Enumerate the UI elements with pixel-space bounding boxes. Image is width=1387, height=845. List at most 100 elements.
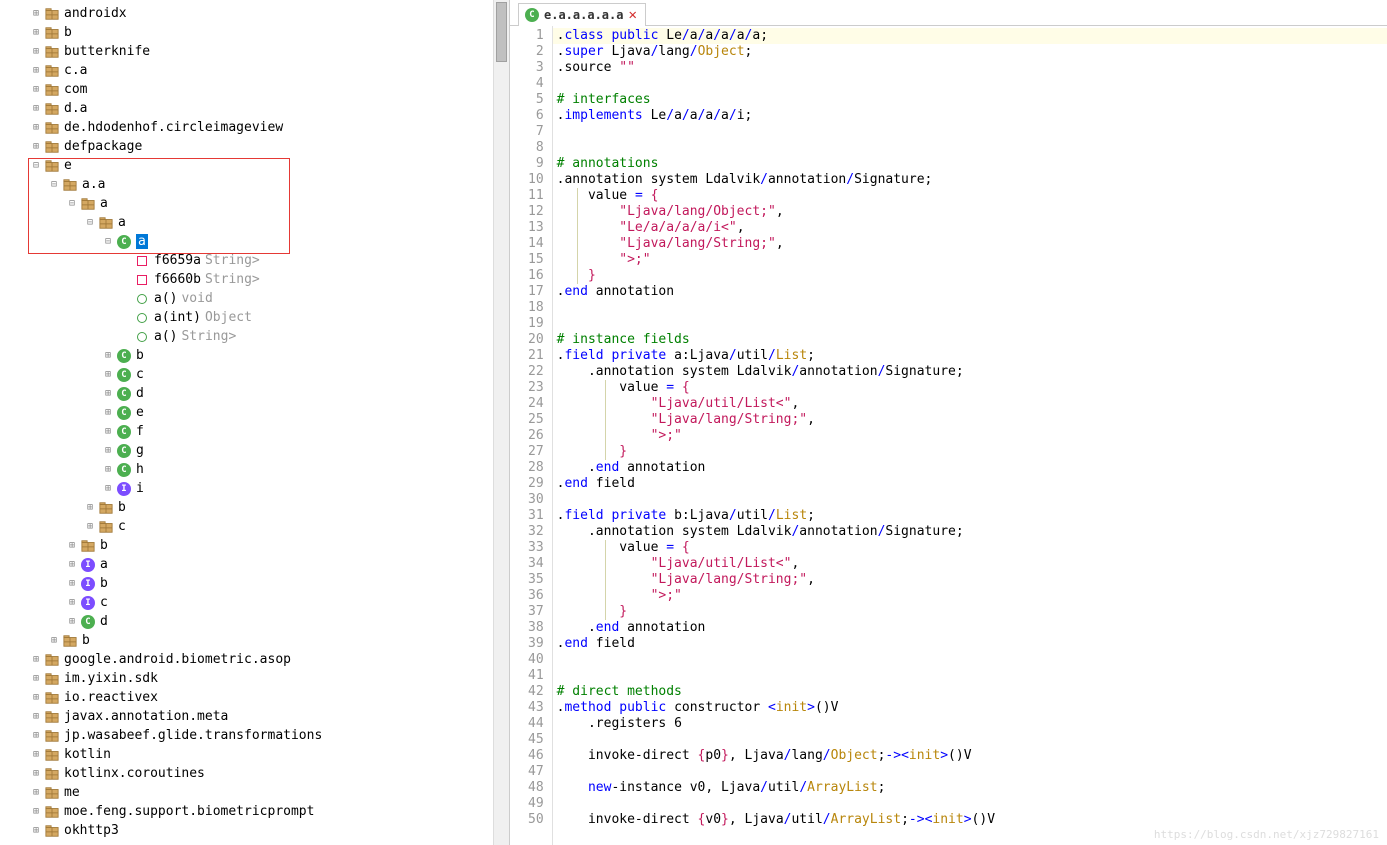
expander-icon[interactable]: ⊟ — [48, 179, 60, 191]
tree-item[interactable]: ⊟Ca — [8, 232, 509, 251]
code-line[interactable] — [553, 764, 1387, 780]
code-line[interactable]: } — [553, 604, 1387, 620]
expander-icon[interactable]: ⊞ — [66, 597, 78, 609]
tree-item[interactable]: ⊞Ib — [8, 574, 509, 593]
tree-item[interactable]: ⊞moe.feng.support.biometricprompt — [8, 802, 509, 821]
tree-item[interactable]: ⊞androidx — [8, 4, 509, 23]
expander-icon[interactable]: ⊞ — [30, 8, 42, 20]
code-line[interactable]: .end field — [553, 636, 1387, 652]
tree-item[interactable]: ⊞okhttp3 — [8, 821, 509, 840]
code-line[interactable]: new-instance v0, Ljava/util/ArrayList; — [553, 780, 1387, 796]
tree-item[interactable]: ⊞b — [8, 536, 509, 555]
tree-item[interactable]: ⊞Ia — [8, 555, 509, 574]
code-line[interactable]: .end annotation — [553, 620, 1387, 636]
code-line[interactable]: .annotation system Ldalvik/annotation/Si… — [553, 364, 1387, 380]
code-line[interactable]: # interfaces — [553, 92, 1387, 108]
tree-item[interactable]: ⊞Ce — [8, 403, 509, 422]
expander-icon[interactable]: ⊞ — [30, 692, 42, 704]
expander-icon[interactable]: ⊞ — [30, 141, 42, 153]
code-line[interactable] — [553, 732, 1387, 748]
tree-item[interactable]: ⊞kotlinx.coroutines — [8, 764, 509, 783]
tree-item[interactable]: ⊞defpackage — [8, 137, 509, 156]
code-line[interactable]: ">;" — [553, 588, 1387, 604]
code-line[interactable] — [553, 300, 1387, 316]
code-line[interactable]: .field private a:Ljava/util/List; — [553, 348, 1387, 364]
code-line[interactable]: "Ljava/lang/String;", — [553, 412, 1387, 428]
code-line[interactable]: "Ljava/lang/Object;", — [553, 204, 1387, 220]
code-line[interactable] — [553, 124, 1387, 140]
expander-icon[interactable]: ⊞ — [30, 122, 42, 134]
code-line[interactable]: } — [553, 268, 1387, 284]
tree-item[interactable]: ⊟e — [8, 156, 509, 175]
expander-icon[interactable]: ⊞ — [102, 407, 114, 419]
expander-icon[interactable]: ⊞ — [102, 464, 114, 476]
scrollbar-thumb[interactable] — [496, 2, 507, 62]
code-line[interactable]: "Ljava/util/List<", — [553, 556, 1387, 572]
code-line[interactable]: .class public Le/a/a/a/a/a; — [553, 28, 1387, 44]
code-line[interactable]: ">;" — [553, 252, 1387, 268]
expander-icon[interactable]: ⊞ — [30, 46, 42, 58]
expander-icon[interactable]: ⊞ — [102, 426, 114, 438]
expander-icon[interactable]: ⊞ — [30, 825, 42, 837]
expander-icon[interactable]: ⊞ — [102, 483, 114, 495]
expander-icon[interactable]: ⊟ — [102, 236, 114, 248]
code-line[interactable]: .method public constructor <init>()V — [553, 700, 1387, 716]
code-line[interactable]: .end field — [553, 476, 1387, 492]
tree-item[interactable]: f6659aString> — [8, 251, 509, 270]
expander-icon[interactable]: ⊞ — [30, 806, 42, 818]
tree-item[interactable]: ⊞kotlin — [8, 745, 509, 764]
tree-item[interactable]: ⊞Ch — [8, 460, 509, 479]
code-line[interactable]: # annotations — [553, 156, 1387, 172]
code-line[interactable]: # instance fields — [553, 332, 1387, 348]
tree-item[interactable]: ⊞Cf — [8, 422, 509, 441]
tree-item[interactable]: ⊞Ic — [8, 593, 509, 612]
tree-item[interactable]: ⊞com — [8, 80, 509, 99]
expander-icon[interactable]: ⊞ — [30, 103, 42, 115]
tree-item[interactable]: ⊟a — [8, 194, 509, 213]
expander-icon[interactable]: ⊞ — [30, 768, 42, 780]
tree-item[interactable]: ⊞d.a — [8, 99, 509, 118]
tree-item[interactable]: ⊞Cc — [8, 365, 509, 384]
expander-icon[interactable]: ⊞ — [30, 27, 42, 39]
tree-item[interactable]: ⊞me — [8, 783, 509, 802]
expander-icon[interactable]: ⊞ — [102, 369, 114, 381]
expander-icon[interactable]: ⊞ — [66, 616, 78, 628]
tree-item[interactable]: ⊞im.yixin.sdk — [8, 669, 509, 688]
tree-item[interactable]: ⊟a — [8, 213, 509, 232]
tree-item[interactable]: ⊞Cg — [8, 441, 509, 460]
code-line[interactable]: .field private b:Ljava/util/List; — [553, 508, 1387, 524]
expander-icon[interactable]: ⊞ — [30, 654, 42, 666]
code-area[interactable]: .class public Le/a/a/a/a/a;.super Ljava/… — [553, 26, 1387, 845]
tree-item[interactable]: ⊞Cb — [8, 346, 509, 365]
package-tree[interactable]: ⊞androidx⊞b⊞butterknife⊞c.a⊞com⊞d.a⊞de.h… — [0, 0, 509, 844]
tree-item[interactable]: ⊞c — [8, 517, 509, 536]
expander-icon[interactable]: ⊞ — [30, 65, 42, 77]
expander-icon[interactable]: ⊞ — [30, 711, 42, 723]
tree-item[interactable]: a(int)Object — [8, 308, 509, 327]
tree-item[interactable]: ⊞butterknife — [8, 42, 509, 61]
tree-item[interactable]: ⊞google.android.biometric.asop — [8, 650, 509, 669]
code-line[interactable]: .implements Le/a/a/a/a/i; — [553, 108, 1387, 124]
code-line[interactable]: # direct methods — [553, 684, 1387, 700]
code-line[interactable]: value = { — [553, 380, 1387, 396]
expander-icon[interactable]: ⊞ — [102, 388, 114, 400]
tree-scrollbar[interactable] — [493, 0, 509, 845]
expander-icon[interactable]: ⊞ — [102, 350, 114, 362]
expander-icon[interactable]: ⊞ — [66, 578, 78, 590]
tree-item[interactable]: ⊞b — [8, 631, 509, 650]
tree-item[interactable]: ⊞Cd — [8, 612, 509, 631]
code-line[interactable]: .super Ljava/lang/Object; — [553, 44, 1387, 60]
expander-icon[interactable]: ⊞ — [48, 635, 60, 647]
expander-icon[interactable]: ⊞ — [30, 749, 42, 761]
code-line[interactable]: value = { — [553, 540, 1387, 556]
code-line[interactable] — [553, 316, 1387, 332]
expander-icon[interactable]: ⊞ — [66, 559, 78, 571]
editor-tab[interactable]: C e.a.a.a.a.a ✕ — [518, 3, 646, 26]
code-line[interactable]: .end annotation — [553, 284, 1387, 300]
code-line[interactable] — [553, 796, 1387, 812]
close-icon[interactable]: ✕ — [628, 7, 636, 23]
expander-icon[interactable]: ⊞ — [30, 787, 42, 799]
expander-icon[interactable]: ⊞ — [30, 673, 42, 685]
package-tree-pane[interactable]: ⊞androidx⊞b⊞butterknife⊞c.a⊞com⊞d.a⊞de.h… — [0, 0, 510, 845]
expander-icon[interactable]: ⊞ — [30, 730, 42, 742]
